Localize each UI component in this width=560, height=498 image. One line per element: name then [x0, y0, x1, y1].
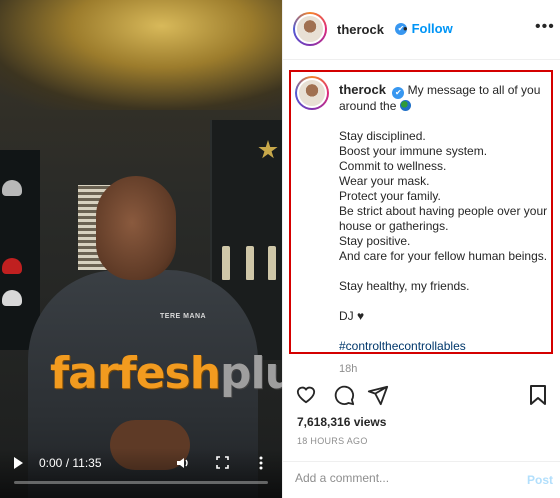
play-icon — [14, 457, 23, 469]
fullscreen-button[interactable] — [216, 456, 229, 472]
duration: 11:35 — [72, 456, 102, 470]
caption-username[interactable]: therock — [339, 82, 386, 97]
watermark-part2: plus.com — [220, 348, 282, 399]
caption-line: Be strict about having people over your … — [339, 204, 548, 233]
bottle-shape — [222, 246, 230, 280]
like-heart-icon — [296, 386, 316, 404]
more-vert-icon — [259, 456, 263, 470]
caption-line: Stay disciplined. — [339, 129, 426, 143]
comment-bar: Post — [283, 461, 560, 498]
caption-gap — [339, 324, 549, 339]
more-options-button[interactable]: ••• — [535, 18, 555, 36]
volume-icon — [177, 458, 188, 468]
post-panel: therock ✔ • Follow ••• therock ✔ My messa… — [282, 0, 560, 498]
post-header: therock ✔ • Follow ••• — [283, 0, 560, 60]
post-actions — [283, 380, 560, 414]
helmet-shape — [2, 258, 22, 274]
video-frame-helmet-shelf — [0, 150, 40, 350]
avatar-image — [295, 14, 325, 44]
hashtag-link[interactable]: #controlthecontrollables — [339, 339, 549, 354]
volume-button[interactable] — [176, 456, 190, 473]
hoodie-text: TERE MANA — [160, 313, 207, 320]
black-heart-icon: ♥ — [357, 309, 365, 323]
video-more-button[interactable] — [259, 456, 263, 473]
avatar-image — [297, 78, 327, 108]
time-separator: / — [62, 456, 73, 470]
bookmark-icon — [530, 385, 546, 405]
helmet-shape — [2, 180, 22, 196]
bottle-shape — [268, 246, 276, 280]
post-comment-button[interactable]: Post — [527, 473, 553, 487]
caption-line: Wear your mask. — [339, 174, 430, 188]
avatar[interactable] — [293, 12, 327, 46]
share-icon — [367, 385, 389, 406]
caption-time-ago: 18h — [339, 363, 358, 375]
helmet-shape — [2, 290, 22, 306]
caption-signature: DJ ♥ — [339, 309, 549, 324]
caption-gap — [339, 294, 549, 309]
caption-line: Protect your family. — [339, 189, 441, 203]
video-frame-ceiling — [0, 0, 282, 110]
video-time: 0:00 / 11:35 — [39, 456, 102, 470]
follow-label: Follow — [411, 21, 453, 36]
caption-line: Stay healthy, my friends. — [339, 279, 470, 293]
comment-icon — [334, 385, 355, 406]
caption-line: Boost your immune system. — [339, 144, 488, 158]
fullscreen-icon — [216, 456, 229, 469]
globe-icon — [399, 100, 411, 111]
comment-button[interactable] — [333, 384, 355, 412]
dot-separator: • — [403, 21, 408, 36]
caption-gap — [339, 114, 549, 129]
caption-highlight-box: therock ✔ My message to all of you aroun… — [289, 70, 553, 354]
share-button[interactable] — [367, 384, 389, 412]
follow-button[interactable]: • Follow — [403, 21, 453, 36]
caption-line: Stay positive. — [339, 234, 411, 248]
caption-line: And care for your fellow human beings. — [339, 249, 548, 263]
verified-badge-icon: ✔ — [392, 87, 405, 99]
bookmark-button[interactable] — [529, 384, 547, 412]
caption-first-line: therock ✔ My message to all of you aroun… — [339, 82, 549, 114]
post-caption: therock ✔ My message to all of you aroun… — [339, 82, 549, 354]
video-player[interactable]: TERE MANA farfeshplus.com 0:00 / 11:35 — [0, 0, 282, 498]
video-frame-person-head — [96, 176, 176, 280]
caption-avatar[interactable] — [295, 76, 329, 110]
watermark-part1: farfesh — [50, 348, 221, 399]
caption-line: Commit to wellness. — [339, 159, 447, 173]
current-time: 0:00 — [39, 456, 63, 470]
post-date: 18 HOURS AGO — [297, 436, 368, 446]
caption-gap — [339, 264, 549, 279]
like-button[interactable] — [295, 384, 317, 410]
video-progress-bar[interactable] — [14, 481, 268, 484]
comment-input[interactable] — [295, 471, 505, 485]
header-username[interactable]: therock — [337, 22, 384, 37]
caption-line: DJ — [339, 309, 354, 323]
video-controls: 0:00 / 11:35 — [0, 448, 282, 498]
play-button[interactable] — [14, 456, 23, 469]
watermark: farfeshplus.com — [50, 352, 282, 396]
bottle-shape — [246, 246, 254, 280]
view-count[interactable]: 7,618,316 views — [297, 415, 386, 429]
